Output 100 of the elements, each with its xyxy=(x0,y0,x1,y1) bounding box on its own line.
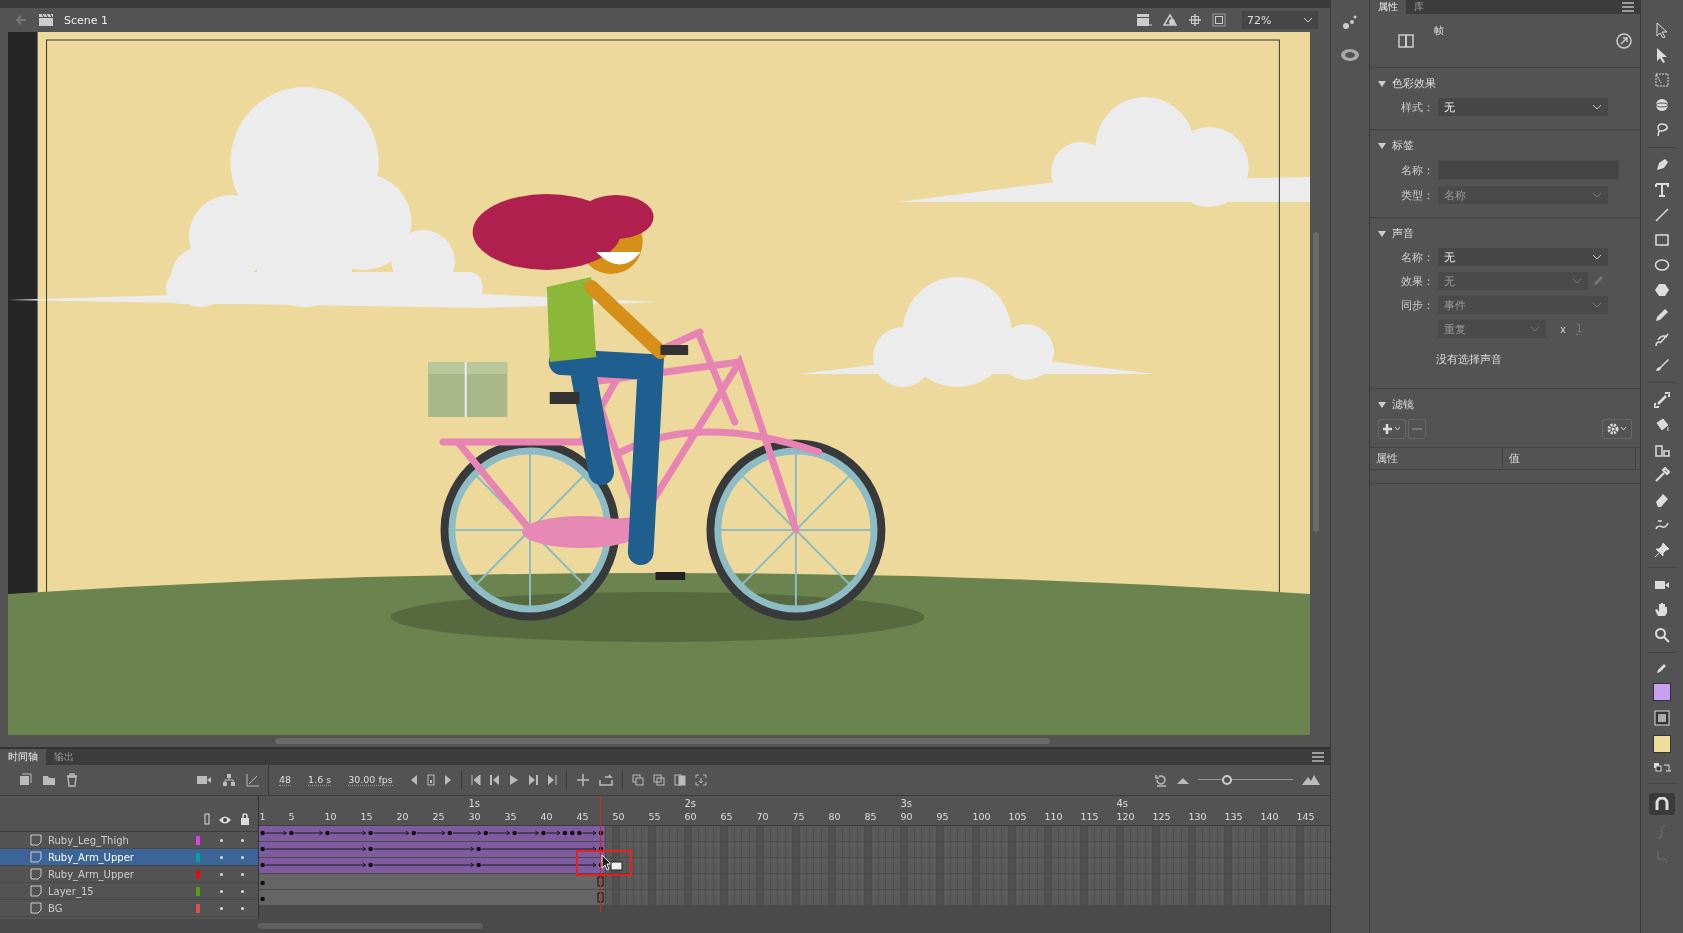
layer-name[interactable]: Ruby_Arm_Upper xyxy=(48,851,190,863)
go-to-last-icon[interactable] xyxy=(546,775,557,785)
bone-tool-icon[interactable] xyxy=(1654,392,1670,408)
lock-dot-icon[interactable] xyxy=(241,838,244,842)
paintbrush-tool-icon[interactable] xyxy=(1654,332,1670,348)
edit-multiple-frames-icon[interactable] xyxy=(673,774,686,786)
inkbottle-tool-icon[interactable] xyxy=(1654,442,1670,458)
lock-dot-icon[interactable] xyxy=(241,872,244,876)
arrow-tool-icon[interactable] xyxy=(1654,22,1670,38)
poly-tool-icon[interactable] xyxy=(1654,282,1670,298)
layer-name[interactable]: Ruby_Arm_Upper xyxy=(48,868,190,880)
creative-cloud-icon[interactable] xyxy=(1340,48,1360,62)
fill-color-swatch[interactable] xyxy=(1653,735,1671,753)
crosshair-icon[interactable] xyxy=(1188,13,1202,27)
panel-tab[interactable]: 时间轴 xyxy=(0,749,46,765)
folder-icon[interactable] xyxy=(42,774,56,786)
go-to-first-icon[interactable] xyxy=(470,775,481,785)
zoom-dropdown[interactable]: 72% xyxy=(1242,11,1318,29)
trash-icon[interactable] xyxy=(66,773,78,787)
disclosure-triangle-icon[interactable] xyxy=(1378,141,1386,150)
visibility-dot-icon[interactable] xyxy=(220,838,223,842)
eye-icon[interactable] xyxy=(218,815,232,825)
layer-color-swatch[interactable] xyxy=(196,886,200,896)
small-mountain-icon[interactable] xyxy=(1177,776,1189,784)
lock-dot-icon[interactable] xyxy=(241,855,244,859)
onion-outline-icon[interactable] xyxy=(652,774,665,786)
step-forward-icon[interactable] xyxy=(443,775,452,785)
panel-tab[interactable]: 属性 xyxy=(1370,0,1406,15)
disclosure-triangle-icon[interactable] xyxy=(1378,400,1386,409)
filter-settings-button[interactable] xyxy=(1602,419,1632,439)
pencil-tool-icon[interactable] xyxy=(1654,307,1670,323)
modify-markers-icon[interactable] xyxy=(694,774,707,786)
center-playhead-icon[interactable] xyxy=(575,774,590,786)
section-header[interactable]: 声音 xyxy=(1370,218,1640,245)
visibility-dot-icon[interactable] xyxy=(220,872,223,876)
panel-tab[interactable]: 输出 xyxy=(46,749,82,765)
bucket-tool-icon[interactable] xyxy=(1654,417,1670,433)
large-mountain-icon[interactable] xyxy=(1302,775,1320,785)
eyedropper-tool-icon[interactable] xyxy=(1654,467,1670,483)
column-header[interactable]: 属性 xyxy=(1370,448,1503,469)
hand-tool-icon[interactable] xyxy=(1654,602,1670,618)
section-header[interactable]: 标签 xyxy=(1370,130,1640,157)
pen-tool-icon[interactable] xyxy=(1654,157,1670,173)
lock-icon[interactable] xyxy=(240,813,250,825)
layer-name[interactable]: Ruby_Leg_Thigh xyxy=(48,834,190,846)
frame-marker-icon[interactable] xyxy=(426,774,435,786)
lock-dot-icon[interactable] xyxy=(241,889,244,893)
current-frame-field[interactable]: 48 xyxy=(279,774,292,786)
layer-color-swatch[interactable] xyxy=(196,835,200,845)
disclosure-triangle-icon[interactable] xyxy=(1378,79,1386,88)
panel-tab[interactable]: 库 xyxy=(1406,0,1432,15)
step-back-icon[interactable] xyxy=(409,775,418,785)
menu-icon[interactable] xyxy=(1622,2,1634,12)
dots-icon[interactable] xyxy=(1342,14,1358,30)
layer-name[interactable]: BG xyxy=(48,902,190,914)
layer-row[interactable]: Ruby_Arm_Upper xyxy=(0,866,258,883)
dropdown[interactable]: 无 xyxy=(1438,248,1608,266)
layer-name[interactable]: Layer_15 xyxy=(48,885,190,897)
pin-tool-icon[interactable] xyxy=(1654,542,1670,558)
lasso-tool-icon[interactable] xyxy=(1654,122,1670,138)
new-layer-icon[interactable] xyxy=(18,773,32,787)
visibility-dot-icon[interactable] xyxy=(220,889,223,893)
outline-toggle-icon[interactable] xyxy=(204,813,210,825)
clapperboard-menu-icon[interactable] xyxy=(1136,13,1152,27)
eraser-tool-icon[interactable] xyxy=(1654,492,1670,508)
dropdown[interactable]: 无 xyxy=(1438,98,1608,116)
camera-icon[interactable] xyxy=(196,774,212,786)
hierarchy-icon[interactable] xyxy=(222,773,236,787)
transform-tool-icon[interactable] xyxy=(1654,72,1670,88)
previous-frame-icon[interactable] xyxy=(489,775,500,785)
line-tool-icon[interactable] xyxy=(1654,207,1670,223)
rotate3d-tool-icon[interactable] xyxy=(1654,97,1670,113)
text-tool-icon[interactable] xyxy=(1654,182,1670,198)
graph-icon[interactable] xyxy=(246,773,260,787)
menu-icon[interactable] xyxy=(1312,752,1324,762)
snap-magnet-button[interactable] xyxy=(1649,793,1675,815)
onion-skin-icon[interactable] xyxy=(631,774,644,786)
clip-frame-icon[interactable] xyxy=(1212,13,1226,27)
play-icon[interactable] xyxy=(508,775,519,785)
visibility-dot-icon[interactable] xyxy=(220,855,223,859)
layer-row[interactable]: BG xyxy=(0,900,258,917)
layer-color-swatch[interactable] xyxy=(196,869,200,879)
layer-row[interactable]: Ruby_Arm_Upper xyxy=(0,849,258,866)
add-filter-button[interactable] xyxy=(1378,419,1406,439)
disclosure-triangle-icon[interactable] xyxy=(1378,229,1386,238)
next-frame-icon[interactable] xyxy=(527,775,538,785)
section-header[interactable]: 滤镜 xyxy=(1370,389,1640,416)
loop-icon[interactable] xyxy=(598,774,613,786)
rect-tool-icon[interactable] xyxy=(1654,232,1670,248)
frame-zoom-slider[interactable] xyxy=(1198,774,1293,786)
section-header[interactable]: 色彩效果 xyxy=(1370,68,1640,95)
layer-color-swatch[interactable] xyxy=(196,903,200,913)
oval-tool-icon[interactable] xyxy=(1654,257,1670,273)
swap-colors-icon[interactable] xyxy=(1653,762,1671,774)
brush-tool-icon[interactable] xyxy=(1654,357,1670,373)
layer-color-swatch[interactable] xyxy=(196,852,200,862)
zoom-tool-icon[interactable] xyxy=(1654,627,1670,643)
stroke-color-swatch[interactable] xyxy=(1653,683,1671,701)
reset-icon[interactable] xyxy=(1154,773,1168,787)
shape-menu-icon[interactable] xyxy=(1162,13,1178,27)
